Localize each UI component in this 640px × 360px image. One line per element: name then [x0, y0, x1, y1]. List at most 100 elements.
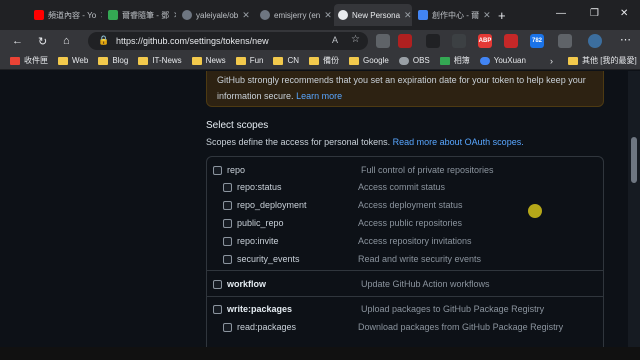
mouse-cursor-highlight — [528, 204, 542, 218]
bookmark-folder[interactable]: News — [191, 56, 226, 65]
bookmark-other[interactable]: 其他 [我的最愛] — [568, 55, 637, 66]
blog-icon — [108, 10, 118, 20]
scope-description: Access repository invitations — [358, 236, 472, 246]
folder-icon — [235, 56, 246, 65]
tab-blog[interactable]: 爾睿隨筆 - 鄧✕ — [104, 4, 176, 26]
scope-checkbox-write-packages[interactable] — [213, 305, 222, 314]
close-tab-icon[interactable]: ✕ — [242, 10, 250, 21]
scope-checkbox-read-packages[interactable] — [223, 323, 232, 332]
extension-icon[interactable] — [558, 34, 572, 48]
extension-icon[interactable] — [376, 34, 390, 48]
scope-checkbox-repo-deployment[interactable] — [223, 201, 232, 210]
bookmark-folder[interactable]: Google — [349, 56, 389, 65]
avatar[interactable] — [588, 34, 602, 48]
minimize-icon[interactable]: — — [556, 8, 566, 19]
favorite-star-icon[interactable]: ☆ — [351, 34, 360, 45]
github-icon — [338, 10, 348, 20]
close-tab-icon[interactable]: ✕ — [404, 10, 412, 21]
tab-new-personal-token[interactable]: New Persona ✕ — [334, 4, 412, 26]
tab-creator-center[interactable]: 創作中心 - 爾 ✕ — [414, 4, 490, 26]
taskbar — [0, 347, 640, 360]
folder-icon — [273, 56, 284, 65]
youtube-icon — [34, 10, 44, 20]
bookmark-item[interactable]: YouXuan — [479, 56, 526, 65]
section-description: Scopes define the access for personal to… — [206, 137, 524, 147]
tab-github-emisjerry[interactable]: emisjerry (en ✕ — [256, 4, 332, 26]
bookmark-folder[interactable]: CN — [273, 56, 299, 65]
extension-icon[interactable] — [426, 34, 440, 48]
scope-name: write:packages — [227, 304, 293, 314]
scope-name: repo:status — [237, 182, 282, 192]
url-field[interactable]: 🔒 https://github.com/settings/tokens/new… — [88, 32, 368, 50]
photos-icon — [439, 56, 450, 65]
scope-checkbox-workflow[interactable] — [213, 280, 222, 289]
scope-name: security_events — [237, 254, 300, 264]
scope-name: read:packages — [237, 322, 297, 332]
extension-icon[interactable] — [452, 34, 466, 48]
scope-name: repo:invite — [237, 236, 279, 246]
abp-icon[interactable]: ABP — [478, 34, 492, 48]
bookmark-folder[interactable]: 備份 — [309, 55, 339, 66]
tab-bar: 頻道內容 - Yo✕ 爾睿隨筆 - 鄧✕ yaleiyale/ob✕ emisj… — [0, 0, 640, 30]
learn-more-link[interactable]: Learn more — [296, 91, 342, 101]
bookmark-item[interactable]: 相簿 — [439, 55, 470, 66]
close-window-icon[interactable]: ✕ — [620, 8, 628, 19]
reload-icon[interactable]: ↻ — [38, 35, 47, 48]
folder-icon — [309, 56, 320, 65]
folder-icon — [568, 56, 578, 65]
bookmark-folder[interactable]: IT-News — [138, 56, 182, 65]
address-bar: ← ↻ ⌂ 🔒 https://github.com/settings/toke… — [0, 30, 640, 52]
section-title: Select scopes — [206, 120, 269, 131]
obs-icon — [398, 56, 409, 65]
google-icon — [479, 56, 490, 65]
close-tab-icon[interactable]: ✕ — [100, 10, 102, 21]
scope-description: Full control of private repositories — [361, 165, 494, 175]
page-scrollbar[interactable] — [628, 71, 640, 347]
menu-icon[interactable]: ⋯ — [620, 33, 631, 46]
scope-checkbox-repo[interactable] — [213, 166, 222, 175]
scrollbar-thumb[interactable] — [631, 137, 637, 183]
back-icon[interactable]: ← — [12, 35, 23, 47]
scope-description: Access commit status — [358, 182, 446, 192]
bookmarks-bar: 收件匣 Web Blog IT-News News Fun CN 備份 Goog… — [0, 52, 640, 70]
scope-checkbox-security-events[interactable] — [223, 255, 232, 264]
maximize-icon[interactable]: ❐ — [590, 8, 599, 19]
scope-name: public_repo — [237, 218, 284, 228]
close-tab-icon[interactable]: ✕ — [483, 10, 490, 21]
extension-icon[interactable] — [504, 34, 518, 48]
chevron-right-icon[interactable]: › — [550, 56, 553, 66]
scopes-list: repo Full control of private repositorie… — [206, 156, 604, 347]
tab-youtube[interactable]: 頻道內容 - Yo✕ — [30, 4, 102, 26]
folder-icon — [349, 56, 360, 65]
scope-checkbox-repo-status[interactable] — [223, 183, 232, 192]
bookmark-folder[interactable]: Fun — [235, 56, 263, 65]
scope-checkbox-public-repo[interactable] — [223, 219, 232, 228]
scope-name: repo — [227, 165, 246, 175]
scope-description: Upload packages to GitHub Package Regist… — [361, 304, 545, 314]
home-icon[interactable]: ⌂ — [63, 35, 70, 47]
blog-icon — [418, 10, 428, 20]
github-icon — [182, 10, 192, 20]
bookmark-item[interactable]: 收件匣 — [10, 55, 48, 66]
github-icon — [260, 10, 270, 20]
divider — [207, 270, 603, 271]
bookmark-folder[interactable]: Web — [58, 56, 88, 65]
folder-icon — [98, 56, 109, 65]
scope-description: Access deployment status — [358, 200, 463, 210]
badge-782-icon[interactable]: 782 — [530, 34, 544, 48]
oauth-scopes-link[interactable]: Read more about OAuth scopes. — [393, 137, 524, 147]
close-tab-icon[interactable]: ✕ — [173, 10, 176, 21]
tab-github-yaleiyale[interactable]: yaleiyale/ob ✕ — [178, 4, 254, 26]
extension-icon[interactable] — [398, 34, 412, 48]
close-tab-icon[interactable]: ✕ — [324, 10, 332, 21]
new-tab-icon[interactable]: + — [498, 8, 506, 23]
bookmark-item[interactable]: OBS — [398, 56, 430, 65]
folder-icon — [191, 56, 202, 65]
lock-icon: 🔒 — [98, 35, 110, 45]
read-aloud-icon[interactable]: A — [332, 35, 338, 45]
scope-checkbox-repo-invite[interactable] — [223, 237, 232, 246]
scope-description: Update GitHub Action workflows — [361, 279, 490, 289]
page-content: GitHub strongly recommends that you set … — [0, 71, 628, 347]
bookmark-folder[interactable]: Blog — [98, 56, 128, 65]
scope-description: Read and write security events — [358, 254, 482, 264]
